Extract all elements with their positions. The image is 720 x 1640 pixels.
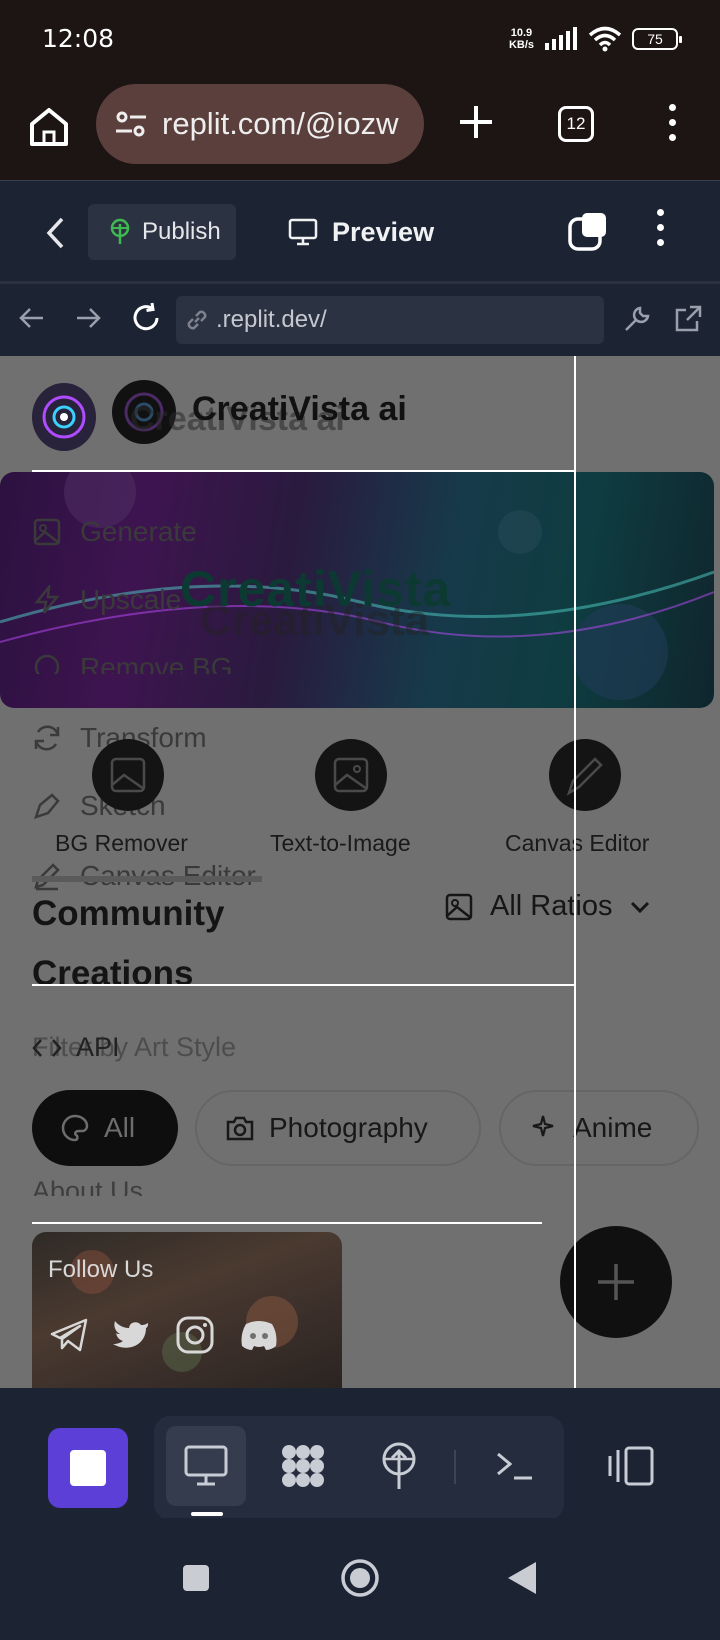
browser-toolbar: replit.com/@iozw 12 xyxy=(0,80,720,180)
battery-indicator: 75 xyxy=(632,28,682,50)
aspect-ratio-value: All Ratios xyxy=(490,890,613,922)
external-link-icon[interactable] xyxy=(673,304,703,334)
brand-name[interactable]: CreatiVista ai xyxy=(192,390,407,429)
tool-label-bg-remover[interactable]: BG Remover xyxy=(55,830,188,857)
webview-nav: .replit.dev/ xyxy=(0,284,720,356)
image-icon xyxy=(445,893,473,920)
apps-grid-icon xyxy=(282,1445,324,1487)
replit-header: Publish Preview xyxy=(0,180,720,284)
instagram-icon[interactable] xyxy=(174,1314,216,1356)
image-icon xyxy=(333,757,369,793)
plus-icon xyxy=(598,1264,634,1300)
network-speed: 10.9 KB/s xyxy=(508,27,534,51)
tab-preview-tool[interactable] xyxy=(166,1426,246,1506)
webview-address-field[interactable]: .replit.dev/ xyxy=(176,296,604,344)
nav-back-icon[interactable] xyxy=(506,1560,538,1596)
new-tab-icon[interactable] xyxy=(456,102,496,142)
publish-button[interactable]: Publish xyxy=(88,204,236,260)
deploy-icon xyxy=(382,1442,416,1489)
banner-title: CreatiVista xyxy=(180,561,452,617)
toolbar-divider xyxy=(454,1450,456,1484)
stop-button[interactable] xyxy=(48,1428,128,1508)
workspace-toolbar xyxy=(0,1388,720,1520)
link-icon xyxy=(187,310,207,330)
code-icon xyxy=(32,1038,62,1057)
filter-chip-all[interactable]: All xyxy=(32,1090,178,1166)
image-icon xyxy=(110,757,146,793)
drawer-logo xyxy=(32,383,96,451)
arrow-right-icon[interactable] xyxy=(74,304,102,332)
status-icons: 10.9 KB/s 75 xyxy=(508,26,682,52)
pencil-icon xyxy=(566,757,603,796)
section-underline xyxy=(32,876,262,882)
chevron-down-icon xyxy=(630,901,649,913)
community-creations-title: Community Creations xyxy=(32,894,225,993)
toolbar-indicator xyxy=(191,1512,223,1516)
url-text: replit.com/@iozw xyxy=(162,106,399,141)
bg-remover-tool[interactable] xyxy=(92,739,164,811)
image-icon xyxy=(33,518,61,546)
web-page-preview: CreatiVista ai CreatiVista ai CreatiVist… xyxy=(0,356,720,1388)
filter-chip-anime[interactable]: Anime xyxy=(499,1090,699,1166)
site-settings-icon[interactable] xyxy=(114,109,148,139)
tab-deploy-tool[interactable] xyxy=(359,1426,439,1506)
nav-home-icon[interactable] xyxy=(340,1558,380,1598)
aspect-ratio-select[interactable]: All Ratios xyxy=(444,890,651,923)
wifi-icon xyxy=(588,26,622,52)
home-icon[interactable] xyxy=(24,102,74,152)
menu-item-generate[interactable]: Generate xyxy=(32,516,197,548)
url-bar[interactable]: replit.com/@iozw xyxy=(96,84,424,164)
telegram-icon[interactable] xyxy=(48,1314,90,1356)
menu-item-upscale[interactable]: Upscale xyxy=(32,584,181,616)
refresh-cw-icon xyxy=(34,725,60,751)
browser-menu-icon[interactable] xyxy=(667,104,677,141)
zap-icon xyxy=(34,585,60,614)
wrench-icon[interactable] xyxy=(622,304,652,334)
publish-label: Publish xyxy=(142,218,221,245)
publish-icon xyxy=(110,218,130,244)
eraser-icon xyxy=(34,654,60,674)
tab-workspace-tool[interactable] xyxy=(263,1426,343,1506)
camera-icon xyxy=(226,1116,254,1141)
filter-chip-photography[interactable]: Photography xyxy=(195,1090,481,1166)
tool-label-canvas-editor[interactable]: Canvas Editor xyxy=(505,830,649,857)
monitor-icon xyxy=(184,1445,228,1486)
workspace-menu-icon[interactable] xyxy=(655,209,665,246)
pen-tool-icon xyxy=(34,793,60,819)
text-to-image-tool[interactable] xyxy=(315,739,387,811)
terminal-icon xyxy=(497,1452,532,1480)
tool-group xyxy=(154,1416,564,1520)
arrow-left-icon[interactable] xyxy=(18,304,46,332)
layers-icon[interactable] xyxy=(568,211,610,253)
divider xyxy=(32,984,574,986)
menu-item-remove-bg[interactable]: Remove BG xyxy=(32,652,233,674)
canvas-editor-tool[interactable] xyxy=(549,739,621,811)
follow-us-title: Follow Us xyxy=(48,1256,154,1283)
tab-shell-tool[interactable] xyxy=(474,1426,554,1506)
recents-icon[interactable] xyxy=(181,1563,211,1593)
divider-vertical xyxy=(574,356,576,1388)
discord-icon[interactable] xyxy=(238,1314,280,1356)
menu-item-api[interactable]: API xyxy=(32,1032,120,1063)
monitor-icon xyxy=(288,218,318,246)
refresh-icon[interactable] xyxy=(130,302,162,334)
status-bar: 12:08 10.9 KB/s 75 xyxy=(0,0,720,80)
sparkles-icon xyxy=(532,1115,554,1137)
divider xyxy=(32,1222,542,1224)
android-navigation-bar xyxy=(0,1512,720,1640)
webview-address-text: .replit.dev/ xyxy=(216,306,327,333)
tab-preview[interactable]: Preview xyxy=(288,204,434,260)
tool-label-text-to-image[interactable]: Text-to-Image xyxy=(270,830,411,857)
twitter-icon[interactable] xyxy=(110,1314,152,1356)
preview-label: Preview xyxy=(332,216,435,247)
panels-icon[interactable] xyxy=(606,1444,656,1488)
palette-icon xyxy=(61,1114,89,1142)
chevron-left-icon[interactable] xyxy=(44,215,68,251)
tab-switcher-button[interactable]: 12 xyxy=(558,106,594,142)
menu-item-about-us[interactable]: About Us xyxy=(32,1176,143,1196)
create-fab[interactable] xyxy=(560,1226,672,1338)
status-time: 12:08 xyxy=(42,24,115,53)
signal-icon xyxy=(545,27,577,50)
